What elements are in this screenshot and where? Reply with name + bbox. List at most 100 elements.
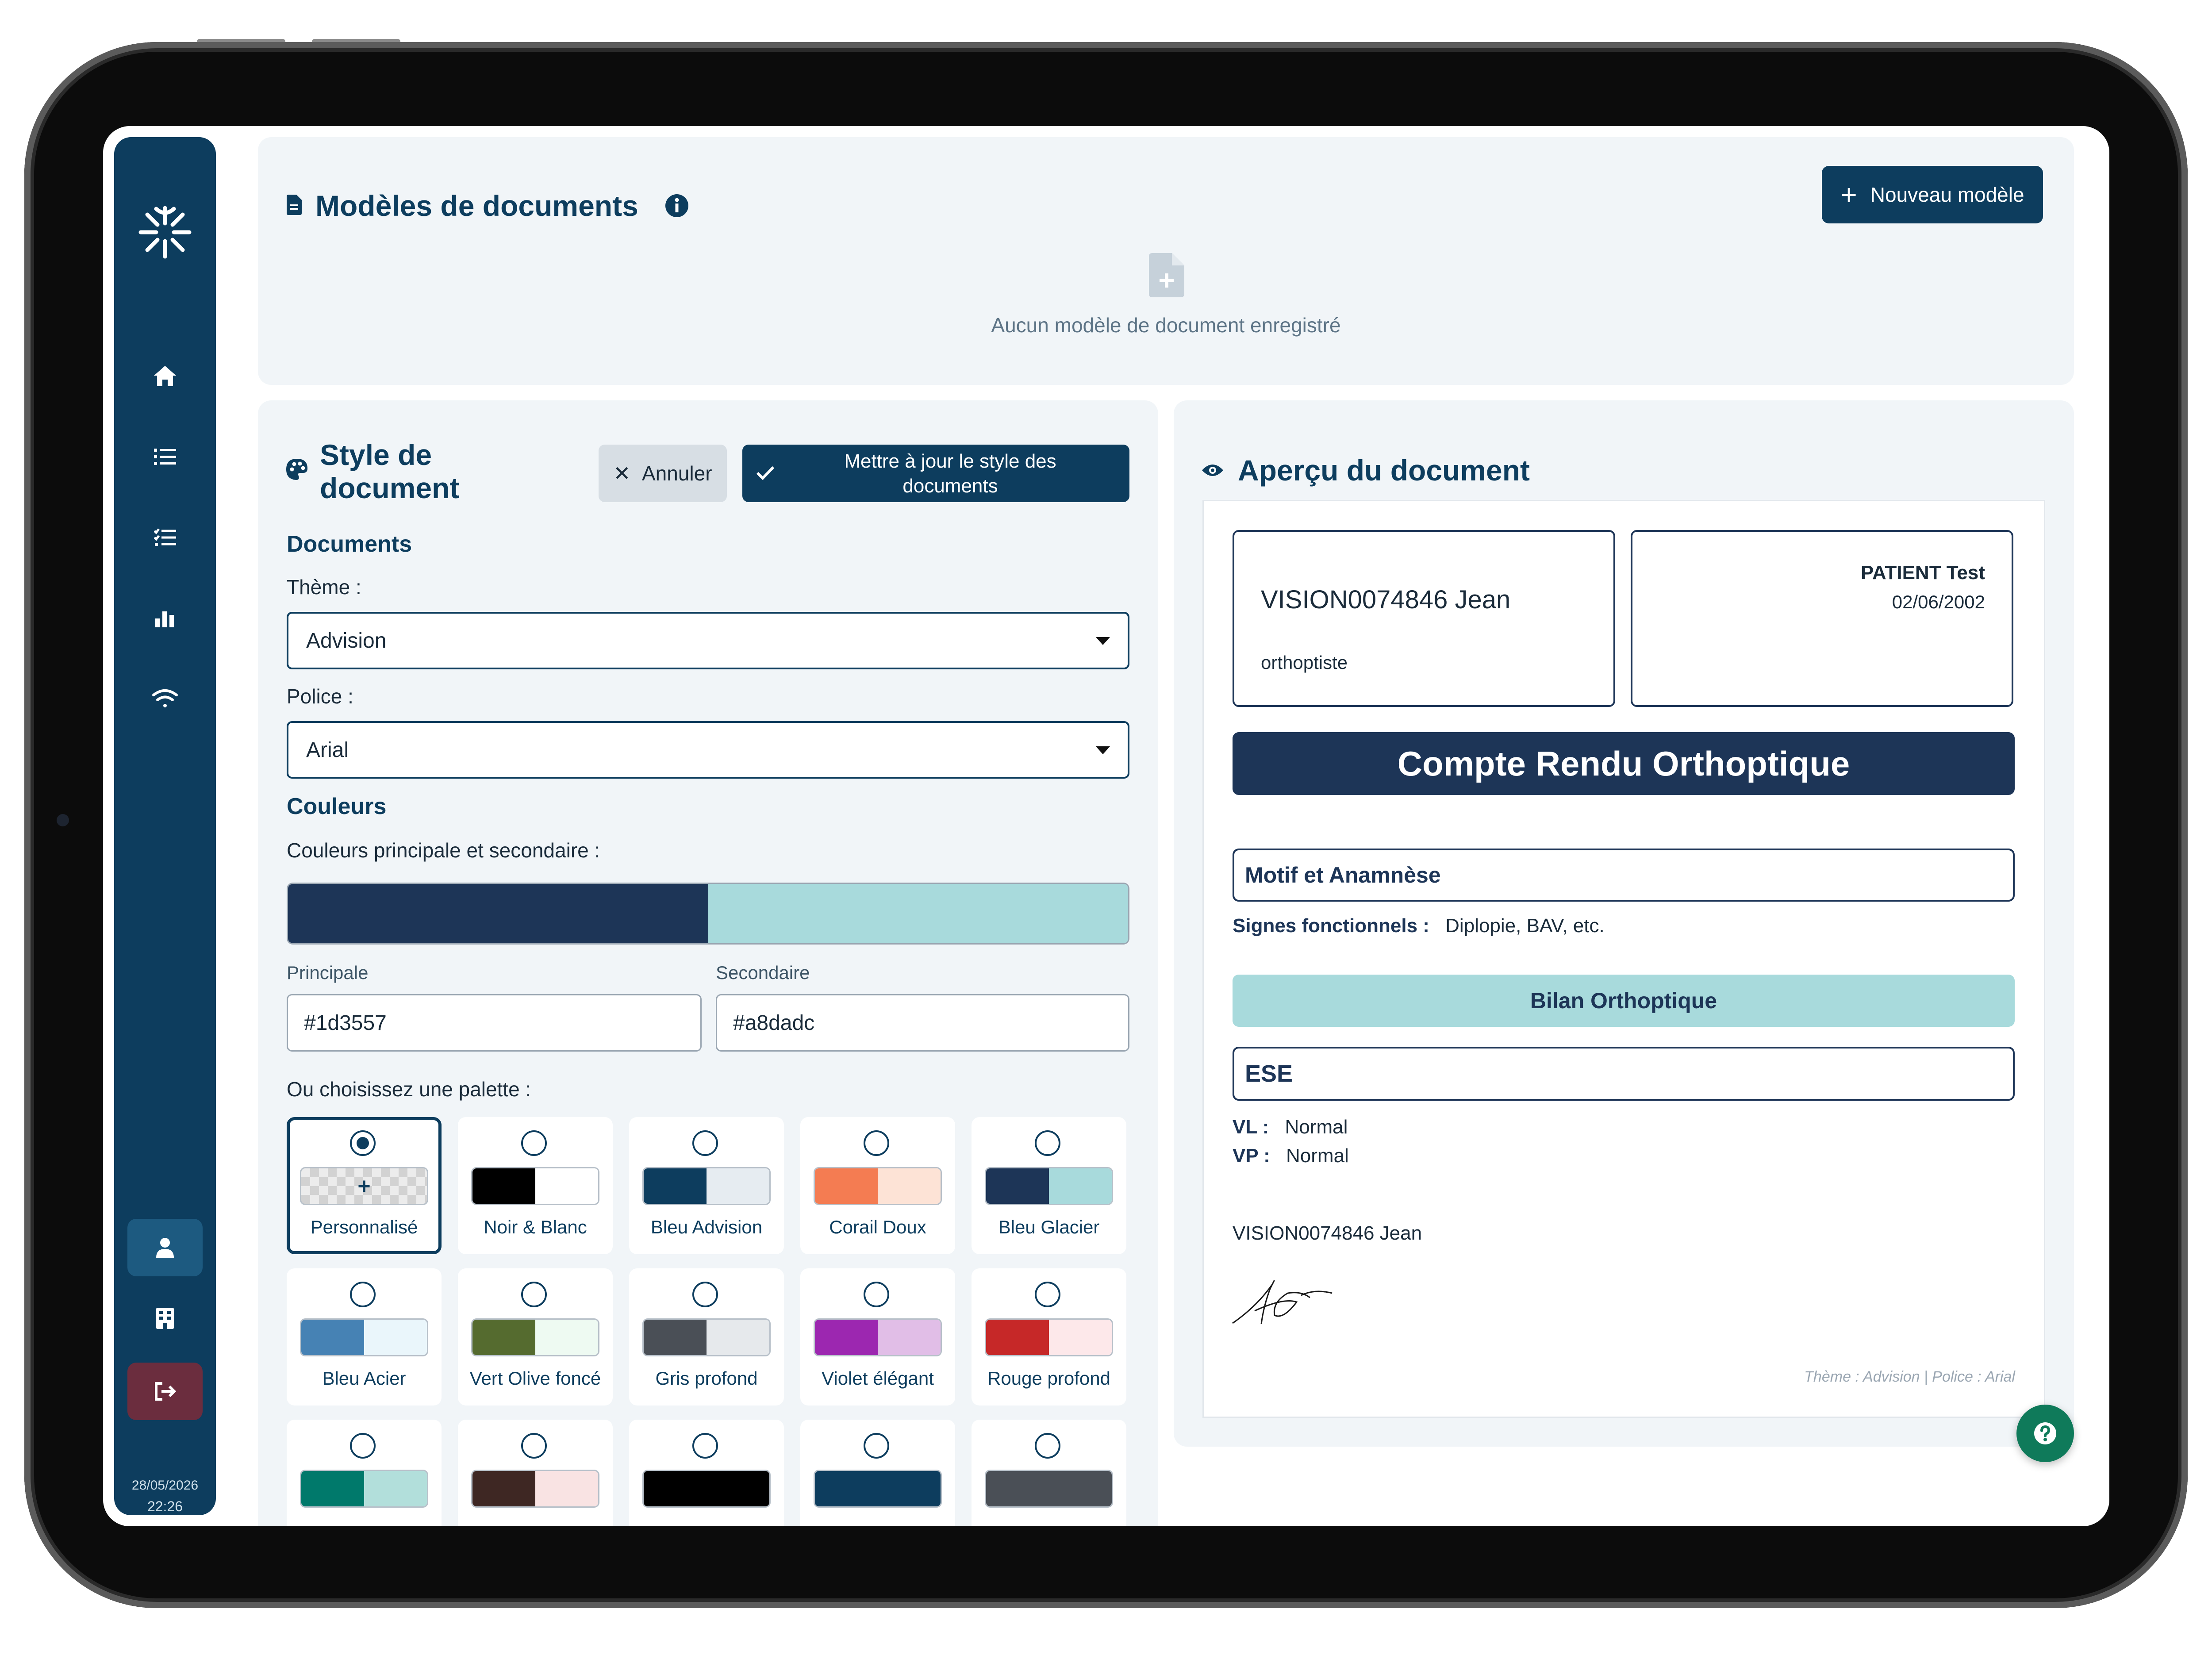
palette-option-gris-profond[interactable]: Gris profond xyxy=(629,1268,784,1406)
update-label-line2: documents xyxy=(902,475,998,497)
palette-name: Vert Olive foncé xyxy=(469,1368,601,1389)
palette-name: Bleu Glacier xyxy=(998,1217,1100,1237)
palette-option-bleu-advision[interactable]: Bleu Advision xyxy=(629,1117,784,1254)
palette-option-navy[interactable] xyxy=(800,1420,955,1526)
secondary-color-swatch xyxy=(708,884,1128,943)
preview-footer: Thème : Advision | Police : Arial xyxy=(1804,1368,2015,1385)
current-time: 22:26 xyxy=(147,1498,183,1514)
palette-option-black[interactable] xyxy=(629,1420,784,1526)
palette-swatch xyxy=(471,1470,599,1508)
home-icon[interactable] xyxy=(143,354,187,398)
section-motif: Motif et Anamnèse xyxy=(1233,849,2015,902)
new-template-label: Nouveau modèle xyxy=(1870,183,2024,206)
section-bilan: Bilan Orthoptique xyxy=(1233,975,2015,1027)
radio-unselected xyxy=(864,1282,889,1307)
wifi-icon[interactable] xyxy=(143,677,187,721)
font-select[interactable]: Arial xyxy=(287,721,1129,779)
report-title: Compte Rendu Orthoptique xyxy=(1397,744,1850,783)
color-preview-bar[interactable] xyxy=(287,883,1129,945)
secondary-color-input[interactable]: #a8dadc xyxy=(716,994,1129,1052)
palette-swatch xyxy=(814,1167,942,1205)
palette-option-brown[interactable] xyxy=(458,1420,613,1526)
radio-unselected xyxy=(1035,1282,1060,1307)
signs-value: Diplopie, BAV, etc. xyxy=(1445,915,1605,937)
palette-option-personnalise[interactable]: + Personnalisé xyxy=(287,1117,442,1254)
radio-unselected xyxy=(521,1433,547,1459)
style-title-line2: document xyxy=(320,472,460,504)
empty-state-text: Aucun modèle de document enregistré xyxy=(991,314,1341,337)
palette-name: Violet élégant xyxy=(822,1368,934,1389)
section-ese: ESE xyxy=(1233,1047,2015,1101)
practitioner-role: orthoptiste xyxy=(1261,652,1348,673)
profile-button[interactable] xyxy=(127,1219,203,1276)
new-template-button[interactable]: + Nouveau modèle xyxy=(1822,166,2043,223)
radio-unselected xyxy=(521,1282,547,1307)
style-title-line1: Style de xyxy=(320,438,432,471)
section-bilan-title: Bilan Orthoptique xyxy=(1530,988,1717,1013)
palette-swatch xyxy=(300,1318,428,1356)
patient-dob: 02/06/2002 xyxy=(1892,591,1985,612)
primary-color-input[interactable]: #1d3557 xyxy=(287,994,702,1052)
practitioner-box: VISION0074846 Jean orthoptiste xyxy=(1233,530,1615,707)
clinic-button[interactable] xyxy=(127,1290,203,1347)
palette-name: Bleu Acier xyxy=(322,1368,406,1389)
palette-name: Corail Doux xyxy=(829,1217,926,1237)
palette-name: Bleu Advision xyxy=(650,1217,763,1237)
theme-label: Thème : xyxy=(287,576,361,599)
palette-option-green-teal[interactable] xyxy=(287,1420,442,1526)
update-label-line1: Mettre à jour le style des xyxy=(844,450,1056,472)
close-icon: ✕ xyxy=(613,462,630,485)
file-icon xyxy=(287,195,302,215)
palette-swatch xyxy=(471,1167,599,1205)
palette-swatch xyxy=(985,1318,1113,1356)
update-style-button[interactable]: Mettre à jour le style des documents xyxy=(742,445,1129,502)
cancel-button[interactable]: ✕ Annuler xyxy=(599,445,727,502)
palette-swatch xyxy=(642,1167,771,1205)
palette-swatch xyxy=(642,1318,771,1356)
patient-name: PATIENT Test xyxy=(1860,562,1985,584)
custom-swatch: + xyxy=(300,1167,428,1205)
palette-option-grey[interactable] xyxy=(972,1420,1126,1526)
logout-button[interactable] xyxy=(127,1363,203,1420)
vp-value: Normal xyxy=(1286,1145,1349,1167)
palette-option-rouge-profond[interactable]: Rouge profond xyxy=(972,1268,1126,1406)
question-icon xyxy=(2034,1422,2056,1444)
vl-label: VL : xyxy=(1233,1116,1269,1138)
signature-image xyxy=(1232,1280,1333,1325)
theme-select[interactable]: Advision xyxy=(287,612,1129,669)
palette-option-vert-olive[interactable]: Vert Olive foncé xyxy=(458,1268,613,1406)
palette-option-corail-doux[interactable]: Corail Doux xyxy=(800,1117,955,1254)
palette-swatch xyxy=(814,1470,942,1508)
logout-icon xyxy=(155,1382,177,1401)
radio-unselected xyxy=(1035,1433,1060,1459)
help-button[interactable] xyxy=(2016,1405,2074,1462)
building-icon xyxy=(156,1308,174,1329)
section-ese-title: ESE xyxy=(1245,1060,1293,1087)
secondary-color-value: #a8dadc xyxy=(733,1011,815,1035)
palette-option-violet-elegant[interactable]: Violet élégant xyxy=(800,1268,955,1406)
colors-subheading: Couleurs principale et secondaire : xyxy=(287,839,600,862)
patient-box: PATIENT Test 02/06/2002 xyxy=(1631,530,2013,707)
radio-unselected xyxy=(864,1433,889,1459)
primary-color-swatch xyxy=(288,884,708,943)
signature-name: VISION0074846 Jean xyxy=(1233,1222,1422,1244)
bar-chart-icon[interactable] xyxy=(143,596,187,641)
checklist-icon[interactable] xyxy=(143,515,187,560)
preview-card: Aperçu du document VISION0074846 Jean or… xyxy=(1174,400,2074,1447)
secondary-label: Secondaire xyxy=(716,962,810,983)
document-preview: VISION0074846 Jean orthoptiste PATIENT T… xyxy=(1202,500,2045,1418)
palette-option-noir-blanc[interactable]: Noir & Blanc xyxy=(458,1117,613,1254)
list-icon[interactable] xyxy=(143,434,187,479)
palette-option-bleu-glacier[interactable]: Bleu Glacier xyxy=(972,1117,1126,1254)
chevron-down-icon xyxy=(1096,637,1110,645)
vl-value: Normal xyxy=(1285,1116,1348,1138)
app-logo[interactable] xyxy=(132,199,198,265)
vp-label: VP : xyxy=(1233,1145,1270,1167)
radio-unselected xyxy=(1035,1130,1060,1156)
info-icon[interactable] xyxy=(665,194,689,218)
palette-option-bleu-acier[interactable]: Bleu Acier xyxy=(287,1268,442,1406)
radio-unselected xyxy=(350,1433,376,1459)
signs-label: Signes fonctionnels : xyxy=(1233,915,1429,937)
palette-swatch xyxy=(814,1318,942,1356)
font-value: Arial xyxy=(306,738,349,762)
